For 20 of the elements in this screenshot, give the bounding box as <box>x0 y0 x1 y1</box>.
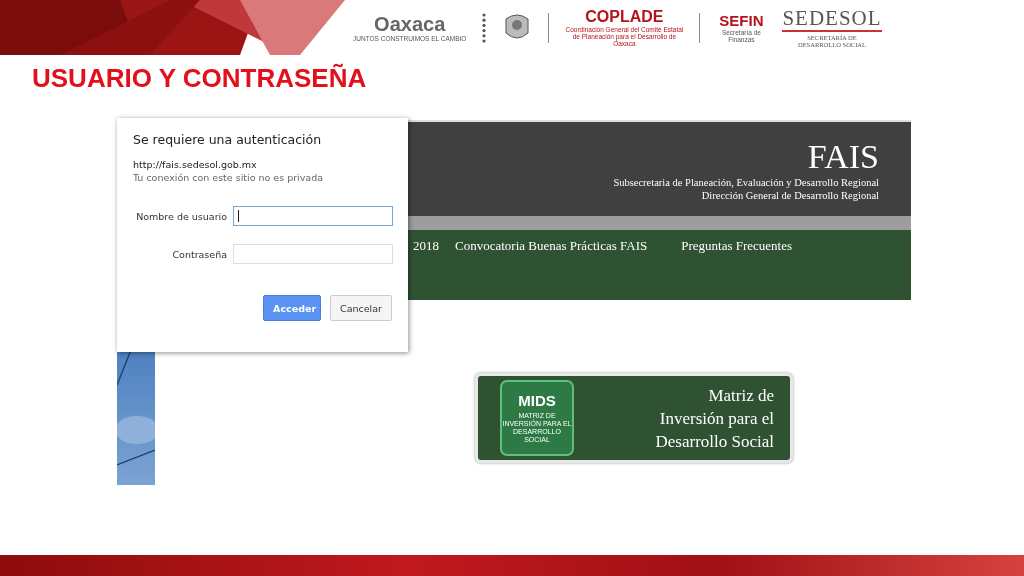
nav-link[interactable]: Convocatoria Buenas Prácticas FAIS <box>455 238 648 254</box>
site-url: http://fais.sedesol.gob.mx <box>133 159 258 170</box>
cancel-button[interactable]: Cancelar <box>330 295 392 321</box>
field-label: Contraseña <box>172 248 227 260</box>
site-title: FAIS <box>807 138 879 176</box>
dialog-title: Se requiere una autenticación <box>133 132 323 147</box>
nav-link[interactable]: 2018 <box>413 238 439 254</box>
dots-divider-icon <box>482 12 487 43</box>
mids-title: Matriz de Inversión para el Desarrollo Social <box>655 384 774 453</box>
logo-name: SEDESOL <box>782 7 882 32</box>
privacy-notice: Tu conexión con este sitio no es privada <box>133 172 325 183</box>
logo-name: Oaxaca <box>374 13 446 34</box>
site-subtitle: Subsecretaria de Planeación, Evaluación y Desarrollo Regional <box>613 176 879 189</box>
logo-name: COPLADE <box>585 8 664 25</box>
field-label: Nombre de usuario <box>136 210 227 222</box>
nav-link[interactable]: Preguntas Frecuentes <box>681 238 793 254</box>
slide-title: USUARIO Y CONTRASEÑA <box>31 62 368 95</box>
input-field[interactable] <box>233 206 393 226</box>
site-subtitle: Dirección General de Desarrollo Regional <box>701 189 879 202</box>
logo-name: SEFIN <box>719 12 764 28</box>
